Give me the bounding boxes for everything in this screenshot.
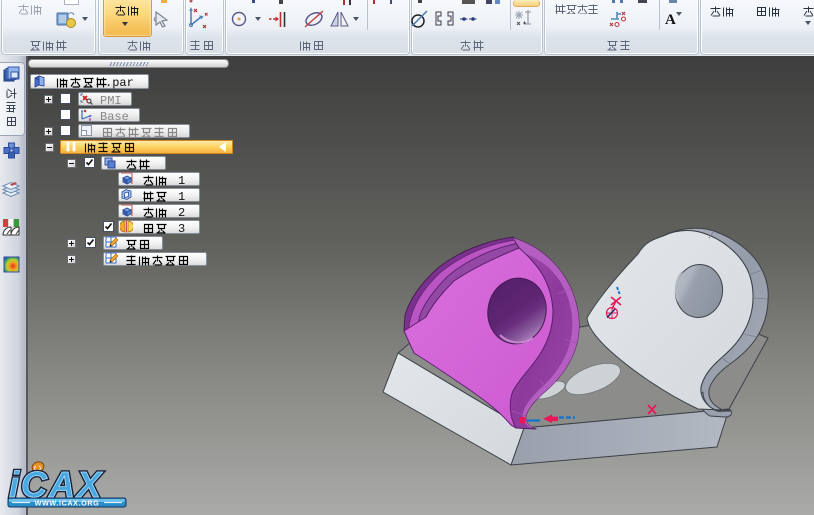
svg-text:WWW.ICAX.ORG: WWW.ICAX.ORG — [35, 499, 100, 508]
